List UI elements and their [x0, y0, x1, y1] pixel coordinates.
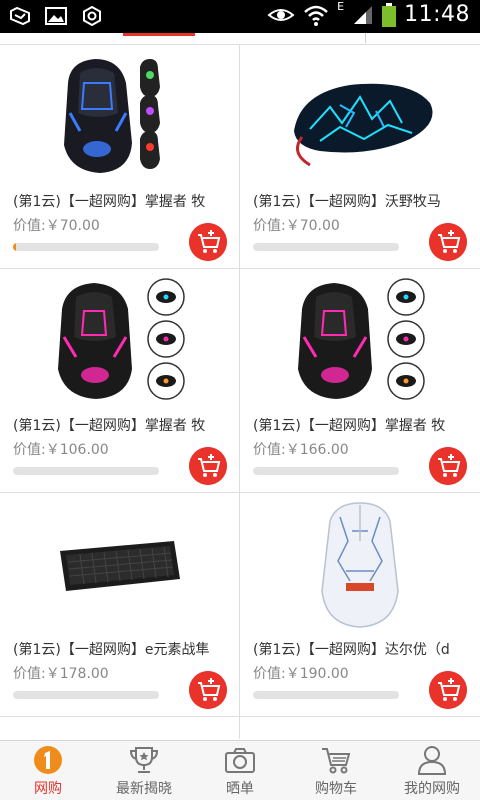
product-title: (第1云)【一超网购】掌握者 牧	[13, 194, 206, 210]
product-title: (第1云)【一超网购】达尔优（d	[253, 642, 450, 658]
nav-label: 最新揭晓	[116, 781, 172, 797]
product-card[interactable]: (第1云)【一超网购】掌握者 牧 价值:￥70.00	[0, 45, 240, 269]
home-one-icon	[34, 746, 62, 774]
add-to-cart-button[interactable]	[189, 223, 227, 261]
status-left-icons	[8, 5, 104, 27]
product-title: (第1云)【一超网购】掌握者 牧	[253, 418, 446, 434]
nav-item-profile[interactable]: 我的网购	[384, 741, 480, 800]
progress-bar	[253, 467, 399, 475]
progress-bar	[253, 243, 399, 251]
link-notification-icon	[10, 6, 30, 26]
product-grid: (第1云)【一超网购】掌握者 牧 价值:￥70.00 (第1云)【一超网购】沃野…	[0, 44, 480, 739]
clock: 11:48	[404, 2, 470, 27]
active-tab-indicator	[123, 33, 195, 36]
user-icon	[417, 746, 447, 775]
add-to-cart-button[interactable]	[429, 447, 467, 485]
nav-label: 购物车	[315, 781, 357, 797]
nav-label: 我的网购	[404, 781, 460, 797]
product-card[interactable]: (第1云)【一超网购】达尔优（d 价值:￥190.00	[240, 493, 480, 717]
gaming-mouse-black-pink-image	[298, 278, 425, 400]
hexagon-notification-icon	[83, 5, 101, 27]
mechanical-keyboard-image	[60, 541, 180, 591]
bottom-navigation: 网购 最新揭晓 晒单 购物车 我的网购	[0, 740, 480, 800]
product-card-partial[interactable]	[0, 717, 240, 739]
nav-item-home[interactable]: 网购	[0, 741, 96, 800]
product-card[interactable]: (第1云)【一超网购】掌握者 牧 价值:￥166.00	[240, 269, 480, 493]
add-to-cart-button[interactable]	[189, 671, 227, 709]
product-price: 价值:￥178.00	[13, 666, 109, 682]
nav-item-cart[interactable]: 购物车	[288, 741, 384, 800]
progress-fill	[13, 243, 16, 251]
product-card[interactable]: (第1云)【一超网购】掌握者 牧 价值:￥106.00	[0, 269, 240, 493]
battery-icon	[382, 2, 397, 27]
add-to-cart-button[interactable]	[429, 223, 467, 261]
image-notification-icon	[45, 7, 67, 25]
add-to-cart-button[interactable]	[429, 671, 467, 709]
trophy-icon	[129, 747, 159, 773]
status-bar: E 11:48	[0, 0, 480, 33]
gaming-mouse-white-image	[321, 502, 399, 628]
product-card-partial[interactable]	[240, 717, 480, 739]
nav-label: 网购	[34, 781, 62, 797]
signal-icon	[354, 5, 373, 24]
camera-icon	[225, 748, 255, 773]
network-type-label: E	[337, 0, 345, 13]
tab-divider	[365, 33, 366, 43]
progress-bar	[13, 467, 159, 475]
progress-bar	[13, 691, 159, 699]
cart-icon	[322, 748, 351, 774]
product-card[interactable]: (第1云)【一超网购】e元素战隼 价值:￥178.00	[0, 493, 240, 717]
progress-bar	[13, 243, 159, 251]
nav-item-share[interactable]: 晒单	[192, 741, 288, 800]
nav-item-latest[interactable]: 最新揭晓	[96, 741, 192, 800]
product-price: 价值:￥70.00	[253, 218, 340, 234]
product-price: 价值:￥166.00	[253, 442, 349, 458]
status-right-icons: E 11:48	[267, 0, 470, 27]
product-title: (第1云)【一超网购】沃野牧马	[253, 194, 441, 210]
product-price: 价值:￥106.00	[13, 442, 109, 458]
product-title: (第1云)【一超网购】掌握者 牧	[13, 418, 206, 434]
add-to-cart-button[interactable]	[189, 447, 227, 485]
wifi-icon	[304, 5, 328, 26]
gaming-mouse-cyan-crackle-image	[294, 83, 433, 167]
nav-label: 晒单	[226, 781, 254, 797]
progress-bar	[253, 691, 399, 699]
gaming-mouse-black-blue-image	[64, 59, 160, 173]
product-title: (第1云)【一超网购】e元素战隼	[13, 642, 210, 658]
gaming-mouse-black-pink-image	[58, 278, 185, 400]
product-price: 价值:￥190.00	[253, 666, 349, 682]
product-price: 价值:￥70.00	[13, 218, 100, 234]
eye-icon	[267, 8, 295, 21]
product-card[interactable]: (第1云)【一超网购】沃野牧马 价值:￥70.00	[240, 45, 480, 269]
